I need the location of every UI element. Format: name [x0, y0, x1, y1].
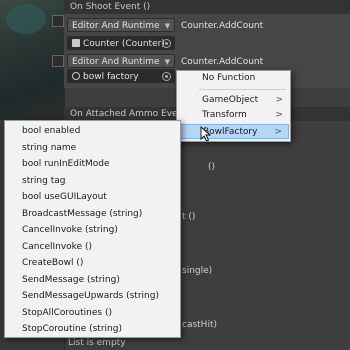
mode-dropdown-2-label: Editor And Runtime: [72, 57, 160, 67]
gameobject-icon: [72, 72, 80, 80]
object-picker-icon[interactable]: [162, 72, 171, 81]
object-picker-icon[interactable]: [162, 39, 171, 48]
chevron-right-icon: >: [275, 110, 283, 120]
object-field-1-label: Counter (Counter): [83, 39, 165, 49]
function-field-1[interactable]: Counter.AddCount: [176, 18, 350, 32]
function-item-send-message[interactable]: SendMessage (string): [22, 272, 120, 288]
menu-separator: [199, 89, 286, 90]
function-item-create-bowl[interactable]: CreateBowl (): [22, 255, 83, 271]
function-field-1-label: Counter.AddCount: [181, 21, 264, 31]
chevron-down-icon: ▼: [164, 22, 170, 30]
bowlfactory-submenu: bool enabled string name bool runInEditM…: [4, 120, 181, 338]
partial-text-2: t (): [182, 212, 196, 222]
function-item-cancel-invoke-string[interactable]: CancelInvoke (string): [22, 222, 118, 238]
mode-dropdown-1[interactable]: Editor And Runtime ▼: [67, 18, 175, 32]
mode-dropdown-1-label: Editor And Runtime: [72, 21, 160, 31]
function-item-string-tag[interactable]: string tag: [22, 173, 65, 189]
on-shoot-event-header: On Shoot Event (): [64, 0, 350, 14]
function-item-stop-coroutine[interactable]: StopCoroutine (string): [22, 321, 122, 337]
mouse-cursor-icon: [200, 126, 212, 142]
menu-item-bowlfactory[interactable]: BowlFactory >: [178, 124, 289, 139]
function-item-use-gui-layout[interactable]: bool useGUILayout: [22, 189, 107, 205]
menu-item-label: Transform: [202, 110, 247, 120]
mode-dropdown-2[interactable]: Editor And Runtime ▼: [67, 54, 175, 68]
function-item-run-in-edit-mode[interactable]: bool runInEditMode: [22, 156, 110, 172]
chevron-right-icon: >: [275, 95, 283, 105]
component-icon: [72, 39, 80, 47]
partial-text-4: castHit): [182, 320, 217, 330]
function-dropdown-menu: No Function GameObject > Transform > Bow…: [176, 70, 291, 142]
function-field-2-label: Counter.AddCount: [181, 57, 264, 67]
event-toggle-1[interactable]: [52, 15, 64, 27]
chevron-down-icon: ▼: [164, 58, 170, 66]
function-item-bool-enabled[interactable]: bool enabled: [22, 123, 80, 139]
menu-item-label: No Function: [202, 73, 256, 83]
scene-object-shape: [6, 4, 46, 34]
function-field-2[interactable]: Counter.AddCount: [176, 54, 350, 68]
function-item-cancel-invoke[interactable]: CancelInvoke (): [22, 239, 92, 255]
event-toggle-2[interactable]: [52, 55, 64, 67]
list-empty-label: List is empty: [68, 338, 126, 348]
function-item-stop-all-coroutines[interactable]: StopAllCoroutines (): [22, 305, 112, 321]
object-field-2-label: bowl factory: [83, 72, 139, 82]
chevron-right-icon: >: [274, 127, 282, 137]
function-item-send-message-upwards[interactable]: SendMessageUpwards (string): [22, 288, 159, 304]
menu-item-no-function[interactable]: No Function: [178, 71, 289, 86]
function-item-string-name[interactable]: string name: [22, 140, 76, 156]
menu-item-transform[interactable]: Transform >: [178, 108, 289, 123]
object-field-1[interactable]: Counter (Counter): [67, 36, 175, 50]
partial-text-3: single): [182, 266, 213, 276]
function-item-broadcast-message[interactable]: BroadcastMessage (string): [22, 206, 142, 222]
menu-item-gameobject[interactable]: GameObject >: [178, 93, 289, 108]
object-field-2[interactable]: bowl factory: [67, 69, 175, 83]
menu-item-label: GameObject: [202, 95, 259, 105]
partial-text-1: (): [208, 162, 216, 172]
